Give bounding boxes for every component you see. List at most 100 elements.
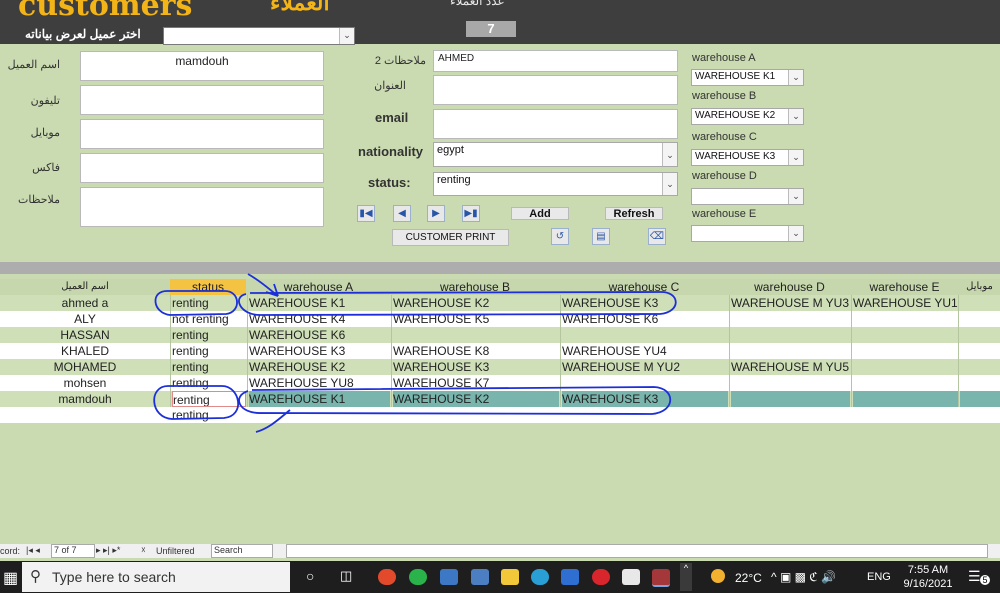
cell-warehouse-d[interactable] bbox=[731, 343, 850, 359]
add-button[interactable]: Add bbox=[511, 207, 569, 220]
cell-warehouse-c[interactable] bbox=[562, 327, 728, 343]
cell-warehouse-d[interactable]: WAREHOUSE M YU5 bbox=[731, 359, 850, 375]
access-icon[interactable] bbox=[652, 569, 670, 587]
cell-warehouse-a[interactable]: WAREHOUSE K4 bbox=[249, 311, 390, 327]
status-combo[interactable]: renting ⌄ bbox=[433, 172, 678, 196]
table-row[interactable]: MOHAMED renting WAREHOUSE K2 WAREHOUSE K3 WA… bbox=[0, 359, 1000, 375]
cell-status[interactable]: renting bbox=[172, 359, 246, 375]
cell-mobile[interactable] bbox=[960, 375, 1000, 391]
cell-warehouse-a[interactable]: WAREHOUSE K2 bbox=[249, 359, 390, 375]
warehouse-e-combo[interactable]: ⌄ bbox=[691, 225, 804, 242]
chevron-down-icon[interactable]: ⌄ bbox=[788, 189, 803, 204]
file-explorer-icon[interactable] bbox=[501, 569, 519, 585]
fax-field[interactable] bbox=[80, 153, 324, 183]
cell-warehouse-d[interactable] bbox=[731, 391, 850, 407]
customer-print-button[interactable]: CUSTOMER PRINT bbox=[392, 229, 509, 246]
delete-icon[interactable]: ⌫ bbox=[648, 228, 666, 245]
first-record-button[interactable]: ▮◀ bbox=[357, 205, 375, 222]
language-indicator[interactable]: ENG bbox=[867, 571, 891, 583]
cell-mobile[interactable] bbox=[960, 343, 1000, 359]
cell-status[interactable]: renting bbox=[172, 375, 246, 391]
app-icon[interactable] bbox=[440, 569, 458, 585]
chevron-down-icon[interactable]: ⌄ bbox=[788, 109, 803, 124]
chevron-down-icon[interactable]: ⌄ bbox=[788, 70, 803, 85]
table-row[interactable]: mohsen renting WAREHOUSE YU8 WAREHOUSE K7 bbox=[0, 375, 1000, 391]
column-header-warehouse-b[interactable]: warehouse B bbox=[391, 279, 559, 295]
mobile-field[interactable] bbox=[80, 119, 324, 149]
refresh-button[interactable]: Refresh bbox=[605, 207, 663, 220]
cell-name[interactable]: HASSAN bbox=[0, 327, 170, 343]
store-icon[interactable] bbox=[622, 569, 640, 585]
cell-warehouse-b[interactable]: WAREHOUSE K8 bbox=[393, 343, 559, 359]
new-record-row[interactable]: renting bbox=[0, 407, 1000, 423]
mail-icon[interactable] bbox=[561, 569, 579, 585]
next-record-button[interactable]: ▶ bbox=[427, 205, 445, 222]
cell-mobile[interactable] bbox=[960, 391, 1000, 407]
notes-field[interactable] bbox=[80, 187, 324, 227]
cell-warehouse-e[interactable] bbox=[853, 375, 958, 391]
address-field[interactable] bbox=[433, 75, 678, 105]
cell-mobile[interactable] bbox=[960, 327, 1000, 343]
table-row[interactable]: mamdouh renting WAREHOUSE K1 WAREHOUSE K2 WA… bbox=[0, 391, 1000, 407]
record-position[interactable]: 7 of 7 bbox=[51, 544, 95, 558]
save-icon[interactable]: ▤ bbox=[592, 228, 610, 245]
record-search-input[interactable]: Search bbox=[211, 544, 273, 558]
cell-status[interactable]: renting bbox=[172, 295, 246, 311]
cell-status[interactable]: not renting bbox=[172, 311, 246, 327]
chevron-down-icon[interactable]: ⌄ bbox=[339, 28, 354, 44]
cell-warehouse-a[interactable]: WAREHOUSE K1 bbox=[249, 391, 390, 407]
notes2-field[interactable]: AHMED bbox=[433, 50, 678, 72]
filter-icon[interactable]: ☓ bbox=[141, 545, 146, 556]
cell-warehouse-c[interactable]: WAREHOUSE K6 bbox=[562, 311, 728, 327]
cell-warehouse-c[interactable] bbox=[562, 375, 728, 391]
cell-warehouse-b[interactable]: WAREHOUSE K3 bbox=[393, 359, 559, 375]
chrome-icon[interactable] bbox=[378, 569, 396, 585]
chevron-down-icon[interactable]: ⌄ bbox=[662, 173, 677, 195]
opera-icon[interactable] bbox=[592, 569, 610, 585]
cell-name[interactable]: ahmed a bbox=[0, 295, 170, 311]
warehouse-d-combo[interactable]: ⌄ bbox=[691, 188, 804, 205]
cell-mobile[interactable] bbox=[960, 295, 1000, 311]
cell-warehouse-b[interactable]: WAREHOUSE K5 bbox=[393, 311, 559, 327]
cell-warehouse-b[interactable] bbox=[393, 327, 559, 343]
cell-name[interactable]: KHALED bbox=[0, 343, 170, 359]
cell-name[interactable]: mamdouh bbox=[0, 391, 170, 407]
cell-warehouse-e[interactable] bbox=[853, 343, 958, 359]
name-field[interactable]: mamdouh bbox=[80, 51, 324, 81]
table-row[interactable]: HASSAN renting WAREHOUSE K6 bbox=[0, 327, 1000, 343]
cell-warehouse-a[interactable]: WAREHOUSE K6 bbox=[249, 327, 390, 343]
cell-warehouse-c[interactable]: WAREHOUSE M YU2 bbox=[562, 359, 728, 375]
cell-warehouse-e[interactable] bbox=[853, 359, 958, 375]
column-header-name[interactable]: اسم العميل bbox=[0, 279, 170, 295]
column-header-warehouse-c[interactable]: warehouse C bbox=[560, 279, 728, 295]
cell-warehouse-b[interactable]: WAREHOUSE K2 bbox=[393, 295, 559, 311]
warehouse-b-combo[interactable]: WAREHOUSE K2 ⌄ bbox=[691, 108, 804, 125]
edge-icon[interactable] bbox=[531, 569, 549, 585]
windows-start-icon[interactable]: ▦ bbox=[3, 568, 18, 588]
taskbar-search[interactable]: ⚲ Type here to search bbox=[22, 562, 290, 592]
notification-icon[interactable]: ☰ bbox=[968, 568, 981, 585]
cell-warehouse-b[interactable]: WAREHOUSE K7 bbox=[393, 375, 559, 391]
undo-icon[interactable]: ↺ bbox=[551, 228, 569, 245]
cell-status[interactable]: renting bbox=[172, 407, 246, 423]
cell-warehouse-c[interactable]: WAREHOUSE K3 bbox=[562, 295, 728, 311]
first-record-nav-icon[interactable]: |◂ ◂ bbox=[26, 545, 40, 556]
clock-time[interactable]: 7:55 AM bbox=[903, 564, 953, 576]
cell-name[interactable]: ALY bbox=[0, 311, 170, 327]
prev-record-button[interactable]: ◀ bbox=[393, 205, 411, 222]
cell-status[interactable]: renting bbox=[172, 327, 246, 343]
table-row[interactable]: KHALED renting WAREHOUSE K3 WAREHOUSE K8 WAR… bbox=[0, 343, 1000, 359]
warehouse-a-combo[interactable]: WAREHOUSE K1 ⌄ bbox=[691, 69, 804, 86]
column-header-mobile[interactable]: موبايل bbox=[959, 279, 1000, 295]
cell-warehouse-a[interactable]: WAREHOUSE K1 bbox=[249, 295, 390, 311]
cell-mobile[interactable] bbox=[960, 311, 1000, 327]
last-record-button[interactable]: ▶▮ bbox=[462, 205, 480, 222]
column-header-status[interactable]: status bbox=[170, 279, 246, 295]
calculator-icon[interactable] bbox=[471, 569, 489, 585]
cortana-icon[interactable]: ○ bbox=[306, 568, 314, 584]
whatsapp-icon[interactable] bbox=[409, 569, 427, 585]
cell-warehouse-c[interactable]: WAREHOUSE K3 bbox=[562, 391, 728, 407]
cell-warehouse-e[interactable] bbox=[853, 327, 958, 343]
weather-temp[interactable]: 22°C bbox=[735, 571, 762, 585]
cell-warehouse-e[interactable] bbox=[853, 311, 958, 327]
